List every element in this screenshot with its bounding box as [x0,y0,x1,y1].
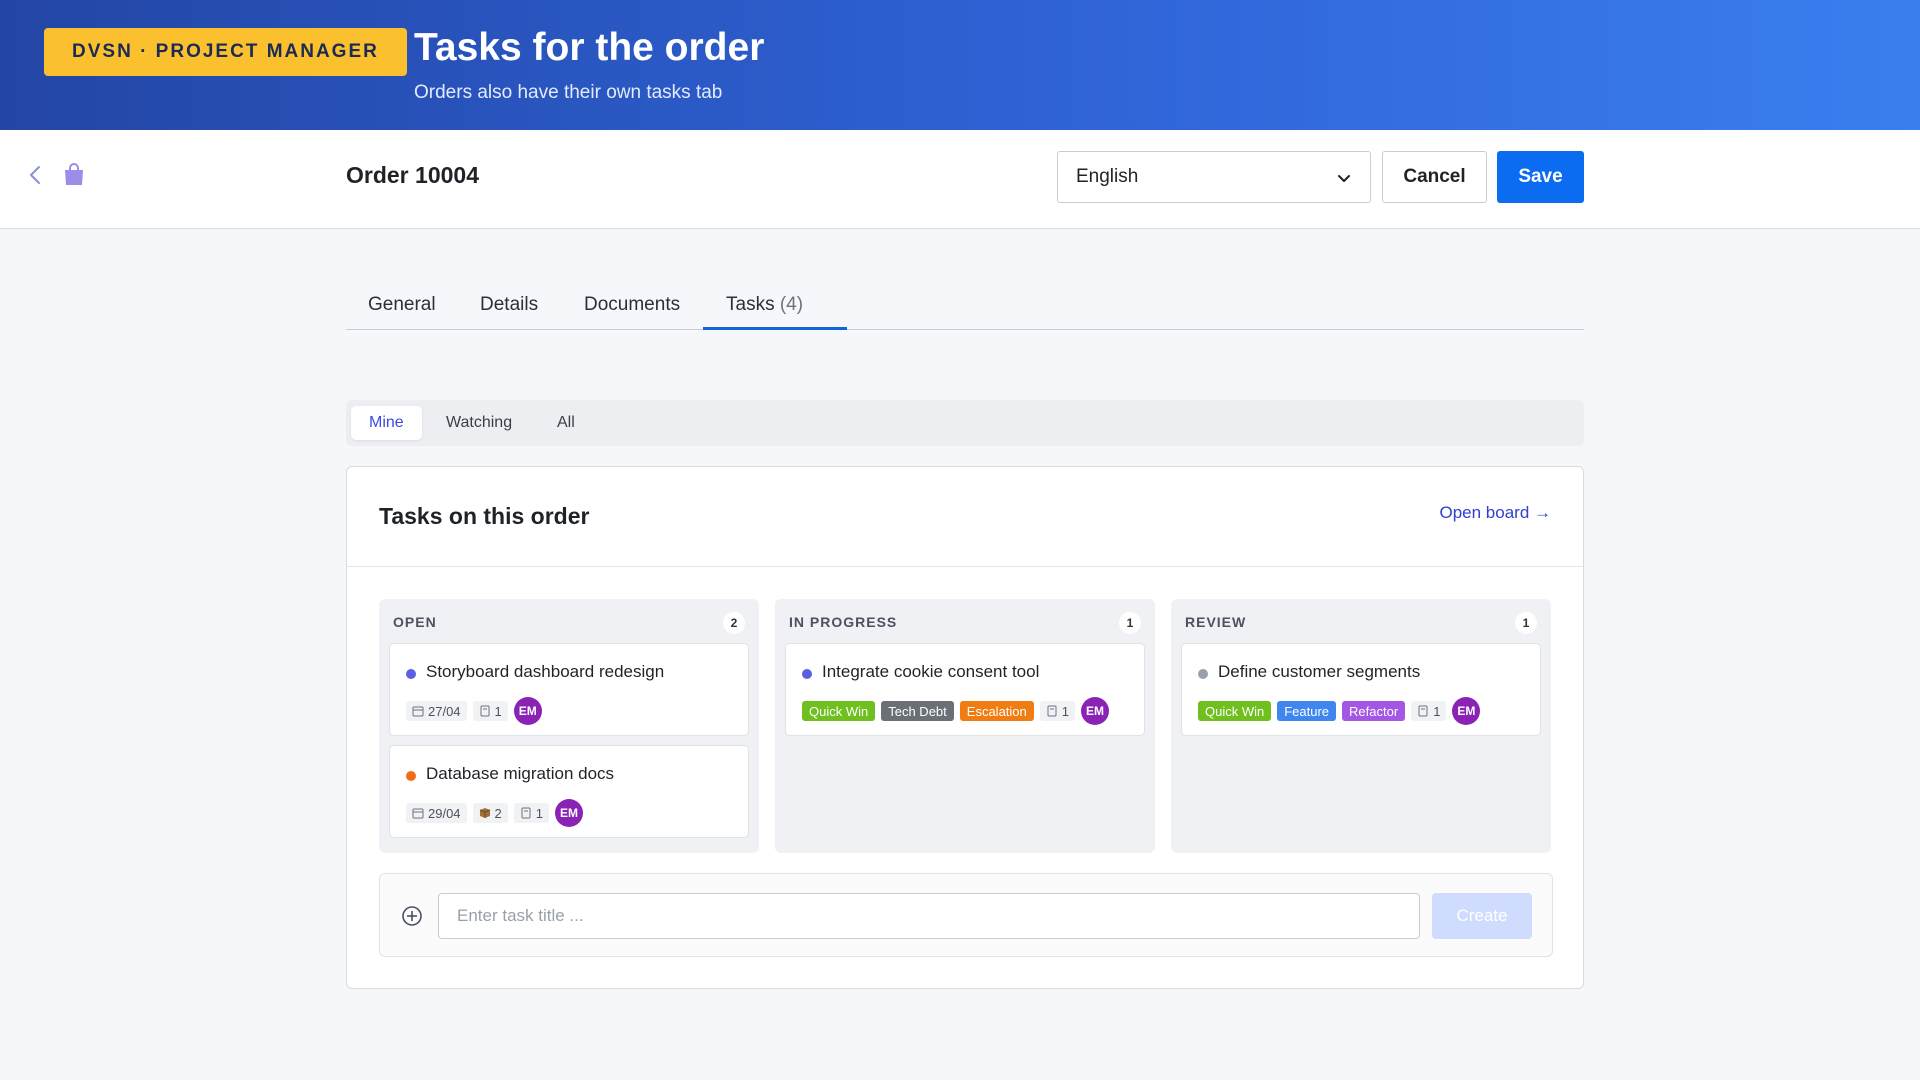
task-filter: Mine Watching All [346,400,1584,446]
column-count: 1 [1515,612,1537,634]
checklist-chip: 1 [1411,701,1447,721]
hero-subtitle: Orders also have their own tasks tab [414,82,723,103]
task-card[interactable]: Storyboard dashboard redesign 27/04 1 EM [389,643,749,736]
checklist-icon [1418,705,1428,717]
checklist-icon [521,807,531,819]
package-icon [479,808,490,818]
task-card[interactable]: Database migration docs 29/04 2 1 EM [389,745,749,838]
order-tabs: General Details Documents Tasks (4) [346,280,1584,330]
brand-badge: DVSN · PROJECT MANAGER [44,28,407,76]
tag-feature: Feature [1277,701,1337,721]
checklist-icon [480,705,490,717]
tag-refactor: Refactor [1342,701,1406,721]
task-title-input[interactable] [438,893,1420,939]
checklist-count: 1 [535,805,544,821]
package-count: 2 [494,805,502,821]
status-dot [1198,669,1208,679]
filter-all[interactable]: All [539,406,593,440]
create-button[interactable]: Create [1432,893,1532,939]
task-card[interactable]: Define customer segments Quick Win Featu… [1181,643,1541,736]
avatar: EM [1452,697,1481,725]
avatar: EM [513,697,542,725]
tab-details[interactable]: Details [480,294,538,316]
status-dot [802,669,812,679]
checklist-count: 1 [1061,703,1069,719]
tab-tasks[interactable]: Tasks (4) [726,294,803,316]
tab-general[interactable]: General [368,294,436,316]
status-dot [406,669,416,679]
tag-escalation: Escalation [959,701,1034,721]
calendar-icon [412,808,424,819]
due-date-chip: 27/04 [406,701,467,721]
task-meta: 29/04 2 1 EM [406,799,584,827]
tasks-card-header: Tasks on this order Open board → [347,467,1583,567]
column-count: 1 [1119,612,1141,634]
column-title: OPEN [393,614,437,630]
tag-tech-debt: Tech Debt [881,701,954,721]
back-icon[interactable] [24,163,48,187]
order-title: Order 10004 [346,162,479,188]
task-meta: 27/04 1 EM [406,697,542,725]
tag-quick-win: Quick Win [802,701,876,721]
checklist-chip: 1 [513,803,550,823]
language-select[interactable]: English [1057,151,1371,203]
task-title: Storyboard dashboard redesign [426,662,665,681]
tab-documents[interactable]: Documents [584,294,680,316]
order-toolbar: Order 10004 English Cancel Save [0,130,1920,229]
column-title: REVIEW [1185,614,1247,630]
tab-tasks-label: Tasks [726,294,775,315]
avatar: EM [1081,697,1109,725]
avatar: EM [555,799,584,827]
hero-title: Tasks for the order [414,26,765,69]
task-title: Database migration docs [426,764,615,783]
column-in-progress: IN PROGRESS 1 Integrate cookie consent t… [775,599,1155,853]
tasks-card: Tasks on this order Open board → OPEN 2 … [346,466,1584,989]
create-task-row: Create [379,873,1553,957]
language-select-value: English [1076,166,1139,187]
filter-mine[interactable]: Mine [351,406,422,440]
cancel-button[interactable]: Cancel [1382,151,1487,203]
plus-circle-icon [402,906,422,926]
shopping-bag-icon [65,163,83,185]
task-title: Define customer segments [1218,662,1421,681]
column-open: OPEN 2 Storyboard dashboard redesign 27/… [379,599,759,853]
save-button[interactable]: Save [1497,151,1584,203]
package-chip: 2 [472,803,508,823]
task-meta: Quick Win Tech Debt Escalation 1 EM [802,697,1109,725]
column-review: REVIEW 1 Define customer segments Quick … [1171,599,1551,853]
checklist-chip: 1 [472,701,508,721]
due-date: 27/04 [428,703,461,719]
tasks-card-title: Tasks on this order [379,503,590,529]
status-dot [406,771,416,781]
column-count: 2 [723,612,745,634]
checklist-chip: 1 [1039,701,1075,721]
due-date: 29/04 [428,805,461,821]
task-title: Integrate cookie consent tool [822,662,1040,681]
checklist-count: 1 [1433,703,1441,719]
active-tab-indicator [703,327,847,330]
hero-banner: DVSN · PROJECT MANAGER Tasks for the ord… [0,0,1920,130]
checklist-count: 1 [494,703,502,719]
calendar-icon [412,706,424,717]
open-board-link[interactable]: Open board → [1439,503,1551,523]
tab-tasks-count: (4) [779,294,804,315]
filter-watching[interactable]: Watching [428,406,530,440]
checklist-icon [1047,705,1057,717]
due-date-chip: 29/04 [406,803,467,823]
task-meta: Quick Win Feature Refactor 1 EM [1198,697,1481,725]
column-title: IN PROGRESS [789,614,898,630]
chevron-down-icon [1338,175,1350,182]
task-card[interactable]: Integrate cookie consent tool Quick Win … [785,643,1145,736]
tag-quick-win: Quick Win [1198,701,1272,721]
